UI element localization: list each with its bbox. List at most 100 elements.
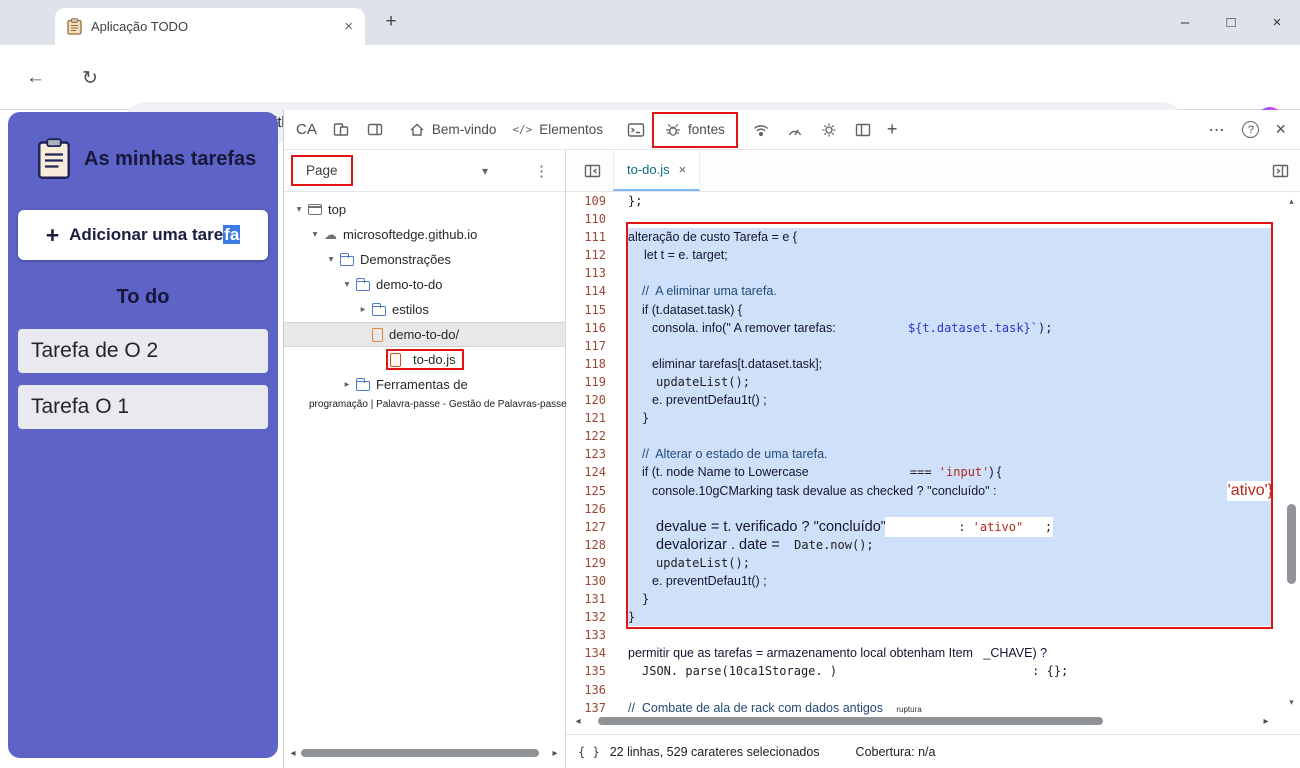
code-line-136[interactable] [628,681,1273,699]
scroll-down-icon[interactable]: ▾ [1285,697,1298,708]
code-line-133[interactable] [628,626,1273,644]
code-line-127[interactable]: devalue = t. verificado ? "concluído" : … [628,517,1273,536]
scroll-right-icon[interactable]: ▸ [549,748,561,759]
code-line-111[interactable]: alteração de custo Tarefa = e { [628,228,1273,247]
layout-icon[interactable] [855,122,871,138]
scrollbar-track[interactable] [299,745,549,761]
settings-gear-icon[interactable] [821,122,837,138]
code-line-132[interactable]: } [628,608,1273,627]
code-line-131[interactable]: } [628,590,1273,609]
chevron-right-icon[interactable]: ▸ [340,379,354,390]
editor-tab-close-icon[interactable]: × [679,162,687,177]
more-options-icon[interactable]: ⋮ [534,162,549,180]
add-task-button[interactable]: + Adicionar uma tarefa [18,210,268,260]
editor-vertical-scrollbar[interactable]: ▴ ▾ [1285,196,1298,708]
navigator-horizontal-scrollbar[interactable]: ◂ ▸ [287,745,561,761]
inspect-label[interactable]: CA [296,121,317,138]
scrollbar-thumb[interactable] [598,717,1103,725]
browser-tab[interactable]: Aplicação TODO × [55,8,365,45]
code-line-113[interactable] [628,264,1273,283]
task-item[interactable]: Tarefa O 1 [18,385,268,429]
chevron-down-icon[interactable]: ▾ [324,254,338,265]
code-segment: e. preventDefau1t() ; [652,573,767,588]
scrollbar-thumb[interactable] [1287,504,1296,584]
scrollbar-track[interactable] [584,713,1260,729]
code-line-120[interactable]: e. preventDefau1t() ; [628,391,1273,410]
new-tab-button[interactable]: + [378,9,404,35]
code-line-125[interactable]: console.10gCMarking task devalue as chec… [628,481,1273,500]
close-button[interactable]: × [1254,0,1300,45]
sources-navigator: Page ▾ ⋮ ▾ top ▾ ☁ microsoftedge.github.io ▾ D… [284,150,567,768]
tree-item-label: estilos [392,302,429,317]
scrollbar-thumb[interactable] [301,749,539,757]
tab-close-icon[interactable]: × [344,18,353,35]
scroll-right-icon[interactable]: ▸ [1260,716,1272,727]
minimize-button[interactable]: – [1162,0,1208,45]
chevron-down-icon[interactable]: ▾ [308,229,322,240]
code-line-134[interactable]: permitir que as tarefas = armazenamento … [628,644,1273,662]
refresh-icon[interactable]: ↻ [82,67,98,90]
code-line-123[interactable]: // Alterar o estado de uma tarefa. [628,445,1273,464]
performance-icon[interactable] [787,123,803,137]
code-line-128[interactable]: devalorizar . date = Date.now(); [628,535,1273,554]
tree-item-top[interactable]: ▾ top [284,197,565,222]
chevron-down-icon[interactable]: ▾ [292,204,306,215]
tree-item-demo-to-do[interactable]: ▾ demo-to-do [284,272,565,297]
show-debugger-icon[interactable] [1272,163,1289,179]
code-line-114[interactable]: // A eliminar uma tarefa. [628,282,1273,301]
tab-welcome[interactable]: Bem-vindo [409,122,496,138]
network-icon[interactable] [753,123,769,137]
pretty-print-icon[interactable]: { } [578,745,600,759]
editor-horizontal-scrollbar[interactable]: ◂ ▸ [572,713,1272,729]
code-line-124[interactable]: if (t. node Name to Lowercase === 'input… [628,463,1273,482]
tree-item-to-do-js[interactable]: to-do.js [284,347,565,372]
tree-item-ferramentas-de[interactable]: ▸ Ferramentas de [284,372,565,397]
code-line-109[interactable]: }; [628,192,1273,210]
code-line-112[interactable]: let t = e. target; [628,246,1273,265]
console-drawer-icon[interactable] [627,122,645,138]
tree-item-estilos[interactable]: ▸ estilos [284,297,565,322]
code-line-119[interactable]: updateList(); [628,372,1273,392]
dock-side-icon[interactable] [367,122,383,138]
source-editor: to-do.js × 109 110 111 112 113 114 115 116 117 11… [566,150,1300,768]
code-line-129[interactable]: updateList(); [628,553,1273,572]
code-line-118[interactable]: eliminar tarefas[t.dataset.task]; [628,354,1273,373]
tree-item-sublabel: programação | Palavra-passe - Gestão de … [309,399,567,410]
chevron-right-icon[interactable]: ▸ [356,304,370,315]
tree-item-microsoftedge-github-io[interactable]: ▾ ☁ microsoftedge.github.io [284,222,565,247]
scroll-left-icon[interactable]: ◂ [572,716,584,727]
code-line-117[interactable] [628,336,1273,355]
todo-app-panel: As minhas tarefas + Adicionar uma tarefa… [8,112,278,758]
code-line-122[interactable] [628,427,1273,446]
tree-item-demo-to-do[interactable]: demo-to-do/ [284,322,565,347]
tab-page[interactable]: Page [291,155,353,186]
more-tabs-icon[interactable]: + [887,119,898,140]
code-line-121[interactable]: } [628,409,1273,428]
device-toolbar-icon[interactable] [333,122,349,137]
devtools-close-icon[interactable]: × [1275,119,1286,140]
back-icon[interactable]: ← [26,67,45,89]
code-line-116[interactable]: consola. info(" A remover tarefas: ${t.d… [628,318,1273,337]
translated-highlight: fa [223,225,241,244]
tab-elements[interactable]: </> Elementos [512,122,603,137]
maximize-button[interactable]: □ [1208,0,1254,45]
editor-tab-todojs[interactable]: to-do.js × [613,150,701,191]
scroll-up-icon[interactable]: ▴ [1285,196,1298,207]
code-line-135[interactable]: JSON. parse(10ca1Storage. ) : {}; [628,662,1273,680]
devtools-more-icon[interactable]: ⋯ [1208,120,1224,140]
code-line-115[interactable]: if (t.dataset.task) { [628,300,1273,319]
tree-item-demonstra-es[interactable]: ▾ Demonstrações [284,247,565,272]
chevron-down-icon[interactable]: ▾ [340,279,354,290]
task-item[interactable]: Tarefa de O 2 [18,329,268,373]
code-segment: ; [1030,517,1053,536]
hide-navigator-icon[interactable] [584,163,601,179]
scroll-left-icon[interactable]: ◂ [287,748,299,759]
tab-sources[interactable]: fontes [652,111,738,148]
code-line-110[interactable] [628,210,1273,228]
todo-section-heading: To do [116,286,170,308]
code-area[interactable]: 109 110 111 112 113 114 115 116 117 118 119 120 121 1… [566,192,1278,716]
code-line-130[interactable]: e. preventDefau1t() ; [628,571,1273,591]
chevron-down-icon[interactable]: ▾ [482,164,488,178]
help-icon[interactable]: ? [1242,121,1260,138]
code-line-126[interactable] [628,499,1273,518]
